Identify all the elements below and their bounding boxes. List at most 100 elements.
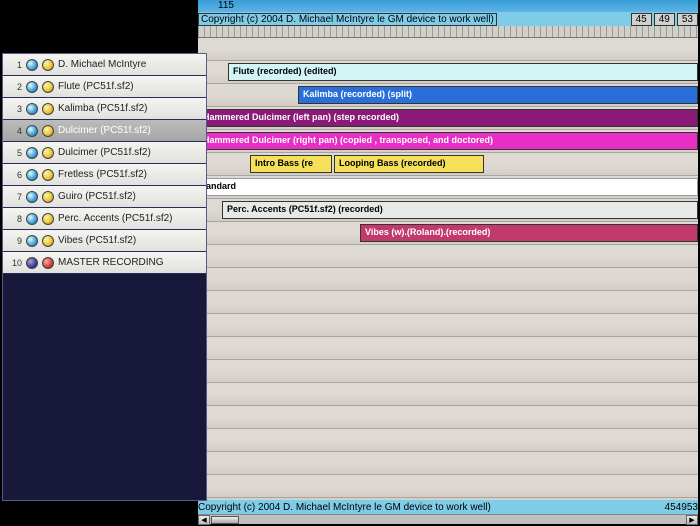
- track-lane[interactable]: [198, 406, 698, 429]
- marker-ruler-top[interactable]: Copyright (c) 2004 D. Michael McIntyre l…: [198, 12, 698, 26]
- track-lane[interactable]: Vibes (w).(Roland).(recorded): [198, 222, 698, 245]
- track-name-label[interactable]: Kalimba (PC51f.sf2): [58, 103, 203, 114]
- track-row[interactable]: 3 Kalimba (PC51f.sf2): [3, 98, 206, 120]
- track-row[interactable]: 2 Flute (PC51f.sf2): [3, 76, 206, 98]
- track-number: 7: [6, 192, 22, 202]
- track-lane[interactable]: [198, 314, 698, 337]
- arrangement-area: 115 Copyright (c) 2004 D. Michael McInty…: [198, 0, 698, 524]
- track-list-panel: 1 D. Michael McIntyre 2 Flute (PC51f.sf2) 3 K…: [2, 53, 207, 501]
- segment-dulcimer-left[interactable]: Hammered Dulcimer (left pan) (step recor…: [198, 109, 698, 127]
- track-lane[interactable]: [198, 383, 698, 406]
- segment-kalimba[interactable]: Kalimba (recorded) (split): [298, 86, 698, 104]
- marker-num[interactable]: 49: [676, 502, 687, 513]
- track-row[interactable]: 8 Perc. Accents (PC51f.sf2): [3, 208, 206, 230]
- marker-text[interactable]: Copyright (c) 2004 D. Michael McIntyre l…: [198, 13, 497, 26]
- segment-looping-bass[interactable]: Looping Bass (recorded): [334, 155, 484, 173]
- record-orb-icon[interactable]: [42, 257, 54, 269]
- track-name-label[interactable]: Flute (PC51f.sf2): [58, 81, 203, 92]
- track-lane[interactable]: [198, 245, 698, 268]
- segment-intro-bass[interactable]: Intro Bass (re: [250, 155, 332, 173]
- track-row[interactable]: 4 Dulcimer (PC51f.sf2): [3, 120, 206, 142]
- track-number: 4: [6, 126, 22, 136]
- track-number: 1: [6, 60, 22, 70]
- track-name-label[interactable]: Guiro (PC51f.sf2): [58, 191, 203, 202]
- track-lane[interactable]: Hammered Dulcimer (left pan) (step recor…: [198, 107, 698, 130]
- mute-orb-icon[interactable]: [26, 103, 38, 115]
- marker-num[interactable]: 49: [654, 13, 675, 26]
- mute-orb-icon[interactable]: [26, 59, 38, 71]
- marker-num[interactable]: 45: [665, 502, 676, 513]
- track-name-label[interactable]: Vibes (PC51f.sf2): [58, 235, 203, 246]
- marker-num[interactable]: 45: [631, 13, 652, 26]
- marker-num[interactable]: 53: [687, 502, 698, 513]
- track-lane[interactable]: [198, 337, 698, 360]
- track-lane[interactable]: Intro Bass (re Looping Bass (recorded): [198, 153, 698, 176]
- mute-orb-icon[interactable]: [26, 81, 38, 93]
- track-number: 3: [6, 104, 22, 114]
- track-lane[interactable]: [198, 429, 698, 452]
- track-lane[interactable]: [198, 38, 698, 61]
- mute-orb-icon[interactable]: [26, 191, 38, 203]
- record-orb-icon[interactable]: [42, 169, 54, 181]
- track-lane[interactable]: [198, 475, 698, 498]
- track-lane[interactable]: Flute (recorded) (edited): [198, 61, 698, 84]
- track-name-label[interactable]: Fretless (PC51f.sf2): [58, 169, 203, 180]
- track-name-label[interactable]: Dulcimer (PC51f.sf2): [58, 147, 203, 158]
- track-lane[interactable]: Perc. Accents (PC51f.sf2) (recorded): [198, 199, 698, 222]
- track-lane[interactable]: [198, 268, 698, 291]
- scroll-thumb[interactable]: [211, 516, 239, 524]
- tempo-ruler[interactable]: 115: [198, 0, 698, 12]
- record-orb-icon[interactable]: [42, 191, 54, 203]
- track-row[interactable]: 6 Fretless (PC51f.sf2): [3, 164, 206, 186]
- track-number: 6: [6, 170, 22, 180]
- scroll-track[interactable]: [240, 515, 686, 524]
- track-name-label[interactable]: D. Michael McIntyre: [58, 59, 203, 70]
- track-name-label[interactable]: MASTER RECORDING: [58, 257, 203, 268]
- time-ruler[interactable]: [198, 26, 698, 38]
- record-orb-icon[interactable]: [42, 147, 54, 159]
- track-lane[interactable]: [198, 452, 698, 475]
- track-number: 8: [6, 214, 22, 224]
- track-number: 5: [6, 148, 22, 158]
- arrangement-canvas[interactable]: Flute (recorded) (edited) Kalimba (recor…: [198, 38, 698, 498]
- track-name-label[interactable]: Dulcimer (PC51f.sf2): [58, 125, 203, 136]
- record-orb-icon[interactable]: [42, 213, 54, 225]
- marker-text[interactable]: Copyright (c) 2004 D. Michael McIntyre l…: [198, 502, 491, 513]
- segment-standard[interactable]: tandard: [198, 178, 698, 196]
- mute-orb-icon[interactable]: [26, 169, 38, 181]
- horizontal-scrollbar[interactable]: ◀ ▶: [198, 514, 698, 524]
- record-orb-icon[interactable]: [42, 235, 54, 247]
- segment-dulcimer-right[interactable]: Hammered Dulcimer (right pan) (copied , …: [198, 132, 698, 150]
- segment-perc[interactable]: Perc. Accents (PC51f.sf2) (recorded): [222, 201, 698, 219]
- record-orb-icon[interactable]: [42, 81, 54, 93]
- mute-orb-icon[interactable]: [26, 147, 38, 159]
- track-number: 2: [6, 82, 22, 92]
- segment-vibes[interactable]: Vibes (w).(Roland).(recorded): [360, 224, 698, 242]
- scroll-right-button[interactable]: ▶: [686, 515, 698, 525]
- track-row[interactable]: 7 Guiro (PC51f.sf2): [3, 186, 206, 208]
- record-orb-icon[interactable]: [42, 59, 54, 71]
- track-row[interactable]: 5 Dulcimer (PC51f.sf2): [3, 142, 206, 164]
- track-number: 9: [6, 236, 22, 246]
- track-name-label[interactable]: Perc. Accents (PC51f.sf2): [58, 213, 203, 224]
- track-number: 10: [6, 258, 22, 268]
- track-lane[interactable]: [198, 291, 698, 314]
- mute-orb-icon[interactable]: [26, 125, 38, 137]
- scroll-left-button[interactable]: ◀: [198, 515, 210, 525]
- track-row[interactable]: 9 Vibes (PC51f.sf2): [3, 230, 206, 252]
- track-lane[interactable]: [198, 360, 698, 383]
- mute-orb-icon[interactable]: [26, 235, 38, 247]
- track-lane[interactable]: Kalimba (recorded) (split): [198, 84, 698, 107]
- marker-num[interactable]: 53: [677, 13, 698, 26]
- track-row[interactable]: 10 MASTER RECORDING: [3, 252, 206, 274]
- record-orb-icon[interactable]: [42, 103, 54, 115]
- mute-orb-icon[interactable]: [26, 257, 38, 269]
- track-lane[interactable]: tandard: [198, 176, 698, 199]
- track-row[interactable]: 1 D. Michael McIntyre: [3, 54, 206, 76]
- mute-orb-icon[interactable]: [26, 213, 38, 225]
- track-list-empty-area: [3, 274, 206, 500]
- record-orb-icon[interactable]: [42, 125, 54, 137]
- segment-flute[interactable]: Flute (recorded) (edited): [228, 63, 698, 81]
- marker-ruler-bottom[interactable]: Copyright (c) 2004 D. Michael McIntyre l…: [198, 500, 698, 514]
- track-lane[interactable]: Hammered Dulcimer (right pan) (copied , …: [198, 130, 698, 153]
